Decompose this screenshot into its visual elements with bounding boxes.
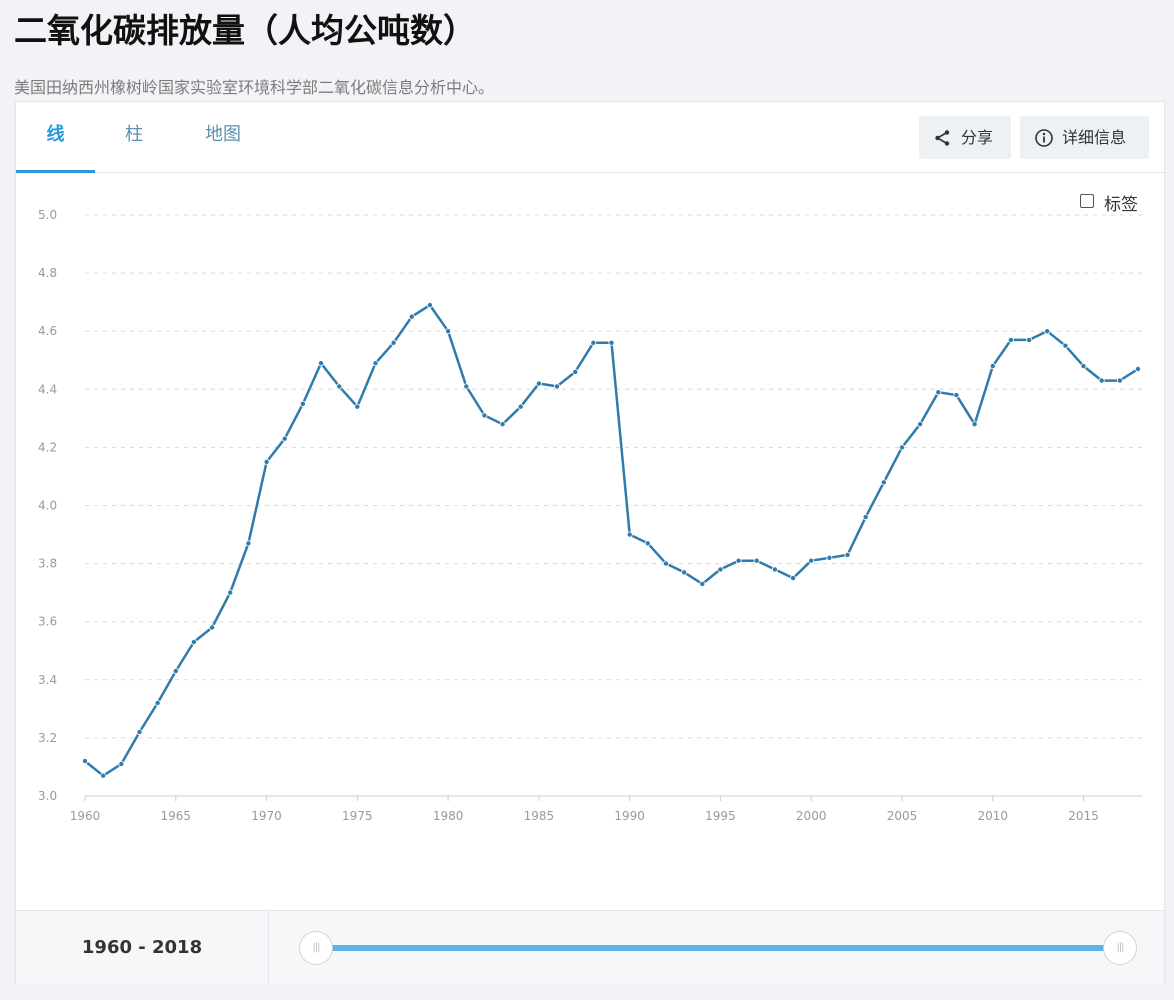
y-tick-label: 3.6 [38, 615, 57, 629]
line-chart: 3.0 3.2 3.4 3.6 3.8 4.0 4.2 4.4 4.6 4.8 5.0 1960 196… [38, 208, 1142, 823]
y-tick-label: 4.4 [38, 382, 57, 396]
data-point [663, 560, 670, 567]
y-tick-label: 4.0 [38, 499, 57, 513]
data-point [281, 435, 288, 442]
y-tick-label: 5.0 [38, 208, 57, 222]
data-point [426, 302, 433, 309]
data-point [118, 761, 125, 768]
data-point [699, 580, 706, 587]
data-point [626, 531, 633, 538]
data-point [935, 389, 942, 396]
range-end-handle[interactable]: ||| [1103, 931, 1137, 965]
y-tick-label: 4.8 [38, 266, 57, 280]
range-selector: 1960 - 2018 ||| ||| [16, 910, 1164, 984]
data-point [590, 339, 597, 346]
data-point [572, 368, 579, 375]
data-point [172, 668, 179, 675]
series-line [84, 303, 1139, 777]
data-point [1007, 336, 1014, 343]
page-subtitle: 美国田纳西州橡树岭国家实验室环境科学部二氧化碳信息分析中心。 [14, 78, 495, 97]
y-tick-label: 3.0 [38, 789, 57, 803]
x-tick-label: 2000 [796, 809, 827, 823]
y-tick-label: 3.2 [38, 731, 57, 745]
data-point [499, 421, 506, 428]
data-point [263, 458, 270, 465]
data-point [372, 360, 379, 367]
x-tick-label: 1990 [614, 809, 645, 823]
data-point [880, 479, 887, 486]
data-point [445, 328, 452, 335]
data-point [899, 444, 906, 451]
data-point [554, 383, 561, 390]
data-point [463, 383, 470, 390]
data-point [354, 403, 361, 410]
data-point [1062, 342, 1069, 349]
chart-card: 线 柱 地图 分享 详细信息 标签 3.0 3.2 3.4 3.6 3.8 4.0 [15, 101, 1165, 984]
data-point [100, 772, 107, 779]
range-start-handle[interactable]: ||| [299, 931, 333, 965]
data-point [481, 412, 488, 419]
data-point [735, 557, 742, 564]
x-tick-label: 1975 [342, 809, 373, 823]
range-slider-track[interactable] [316, 945, 1120, 951]
data-point [826, 554, 833, 561]
data-point [808, 557, 815, 564]
data-point [608, 339, 615, 346]
x-tick-label: 1985 [524, 809, 555, 823]
y-tick-label: 4.6 [38, 324, 57, 338]
data-point [1080, 363, 1087, 370]
x-tick-label: 1965 [161, 809, 192, 823]
data-point [136, 729, 143, 736]
data-point [82, 758, 89, 765]
data-point [535, 380, 542, 387]
x-tick-label: 1960 [70, 809, 101, 823]
data-point [844, 551, 851, 558]
x-tick-label: 1970 [251, 809, 282, 823]
data-point [1135, 365, 1142, 372]
data-point [862, 514, 869, 521]
data-point [953, 392, 960, 399]
data-point [317, 360, 324, 367]
data-point [971, 421, 978, 428]
data-point [790, 575, 797, 582]
data-point [644, 540, 651, 547]
y-tick-label: 3.8 [38, 557, 57, 571]
x-tick-label: 2015 [1068, 809, 1099, 823]
data-point [989, 363, 996, 370]
data-point [1116, 377, 1123, 384]
page-title: 二氧化碳排放量（人均公吨数） [14, 11, 476, 50]
data-point [917, 421, 924, 428]
x-tick-label: 2010 [977, 809, 1008, 823]
data-point [227, 589, 234, 596]
y-tick-label: 3.4 [38, 673, 57, 687]
y-tick-label: 4.2 [38, 440, 57, 454]
data-point [517, 403, 524, 410]
data-point [154, 700, 161, 707]
data-point [299, 400, 306, 407]
range-label: 1960 - 2018 [16, 911, 269, 984]
range-slider-fill [316, 945, 1120, 951]
data-point [753, 557, 760, 564]
data-point [245, 540, 252, 547]
data-point [336, 383, 343, 390]
data-point [717, 566, 724, 573]
data-point [771, 566, 778, 573]
data-point [1044, 328, 1051, 335]
data-point [681, 569, 688, 576]
data-point [408, 313, 415, 320]
data-point [390, 339, 397, 346]
x-tick-label: 1980 [433, 809, 464, 823]
x-tick-label: 1995 [705, 809, 736, 823]
data-point [209, 624, 216, 631]
data-point [1026, 336, 1033, 343]
data-point [190, 639, 197, 646]
x-tick-label: 2005 [887, 809, 918, 823]
data-point [1098, 377, 1105, 384]
